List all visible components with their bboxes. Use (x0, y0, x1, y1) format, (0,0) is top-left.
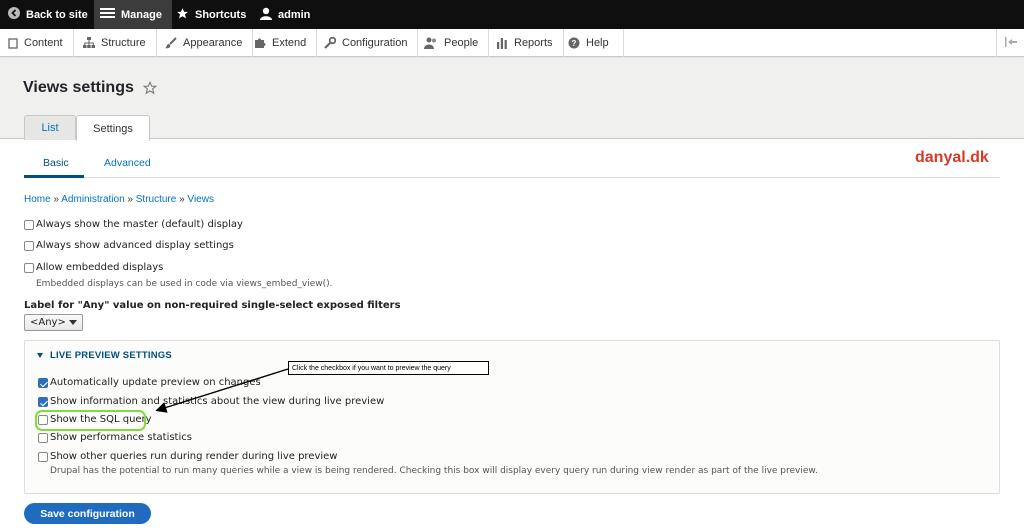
save-configuration-button[interactable]: Save configuration (24, 503, 151, 524)
annotation-callout: Click the checkbox if you want to previe… (288, 361, 489, 375)
annotation-arrow-icon (155, 368, 289, 413)
